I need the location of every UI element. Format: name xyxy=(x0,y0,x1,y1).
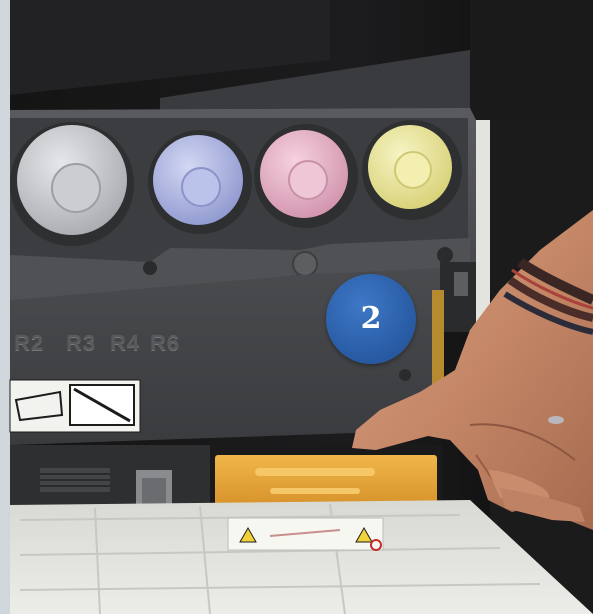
slot-label-r2: R2 xyxy=(14,330,45,355)
step-number: 2 xyxy=(360,301,382,336)
step-number-badge: 2 xyxy=(326,274,416,364)
slot-label-r4: R4 xyxy=(110,330,141,355)
slot-label-r3: R3 xyxy=(66,330,97,355)
slot-label-r6: R6 xyxy=(150,330,181,355)
toner-cartridge-black xyxy=(10,122,134,246)
printer-interior-scene xyxy=(0,0,593,614)
waste-toner-box[interactable] xyxy=(210,445,442,509)
toner-cartridge-magenta xyxy=(254,124,358,228)
printer-photo: R2 R3 R4 R6 2 xyxy=(0,0,593,614)
warning-label-icon xyxy=(227,517,384,551)
toner-cartridge-cyan xyxy=(148,130,252,234)
toner-cartridge-yellow xyxy=(362,120,462,220)
